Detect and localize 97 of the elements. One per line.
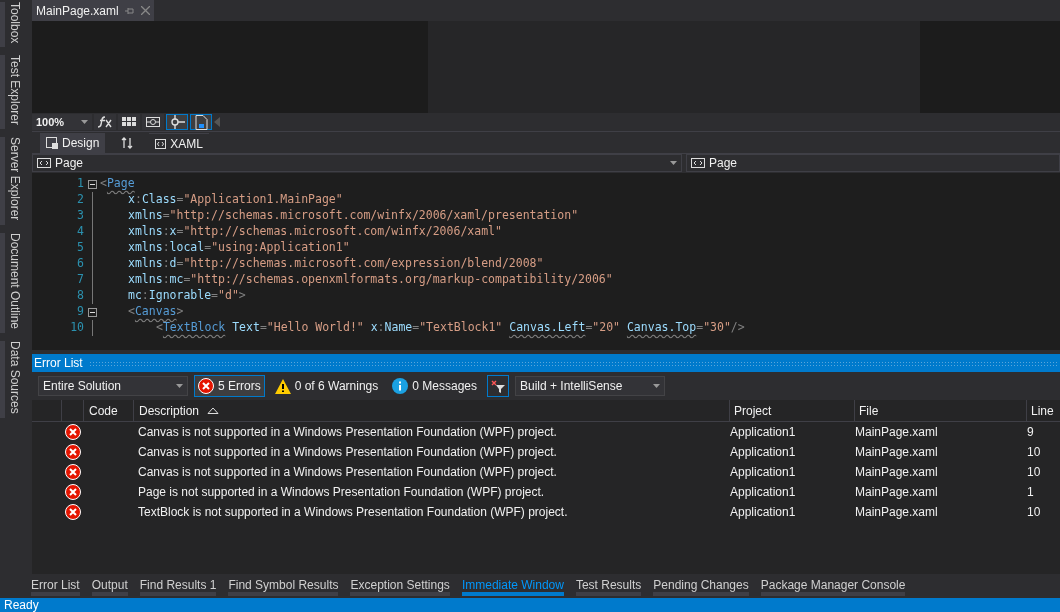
project-cell-text: Application1 xyxy=(729,504,797,521)
element-icon xyxy=(691,158,705,168)
collapse-icon[interactable] xyxy=(87,307,97,317)
filter-button[interactable]: 0 Messages xyxy=(388,375,481,397)
swap-panes-icon[interactable] xyxy=(121,137,134,149)
member-dropdown[interactable]: Page xyxy=(686,154,1060,172)
side-panel-tab[interactable]: Data Sources xyxy=(0,340,24,418)
document-title: MainPage.xaml xyxy=(36,2,119,20)
error-icon xyxy=(65,504,81,520)
line-number: 4 xyxy=(76,223,84,241)
line-cell-text: 10 xyxy=(1026,504,1042,521)
close-icon[interactable] xyxy=(140,6,150,15)
filter-toggle-button[interactable] xyxy=(487,375,509,397)
error-icon xyxy=(65,484,81,500)
design-icon xyxy=(46,137,58,149)
error-icon xyxy=(65,424,81,440)
code-editor[interactable] xyxy=(32,173,1060,350)
error-description: TextBlock is not supported in a Windows Presentation Foundation (WPF) project. xyxy=(137,504,569,521)
line-cell-text: 10 xyxy=(1026,444,1042,461)
markup-icon xyxy=(155,138,167,149)
line-number: 5 xyxy=(76,239,84,257)
line-number: 10 xyxy=(69,319,84,337)
element-icon xyxy=(37,158,51,168)
file-cell-text: MainPage.xaml xyxy=(854,444,939,461)
view-tab[interactable]: Design xyxy=(40,133,106,153)
code-line: <Canvas> xyxy=(127,303,184,321)
file-cell-text: MainPage.xaml xyxy=(854,504,939,521)
line-number: 3 xyxy=(76,207,84,225)
project-cell-text: Application1 xyxy=(729,484,797,501)
column-header[interactable]: Description xyxy=(133,400,729,421)
error-icon xyxy=(65,444,81,460)
project-cell-text: Application1 xyxy=(729,444,797,461)
error-icon xyxy=(198,378,214,394)
info-icon xyxy=(392,378,409,394)
column-header[interactable]: Line xyxy=(1026,400,1060,421)
code-line: xmlns:x="http://schemas.microsoft.com/winfx/2006/xaml" xyxy=(127,223,502,241)
toolbar-button[interactable] xyxy=(142,114,164,130)
sort-ascending-icon xyxy=(207,407,220,414)
code-line: xmlns="http://schemas.microsoft.com/winfx/2006/xaml/presentation" xyxy=(127,207,579,225)
dropdown-caret-icon xyxy=(653,384,660,388)
line-number: 7 xyxy=(76,271,84,289)
grid-icon xyxy=(122,117,136,127)
line-number: 2 xyxy=(76,191,84,209)
status-text: Ready xyxy=(4,598,39,612)
dropdown-caret-icon xyxy=(81,120,88,124)
line-cell-text: 9 xyxy=(1026,424,1035,441)
error-description: Page is not supported in a Windows Presentation Foundation (WPF) project. xyxy=(137,484,546,501)
code-line: xmlns:d="http://schemas.microsoft.com/expression/blend/2008" xyxy=(127,255,544,273)
line-number: 6 xyxy=(76,255,84,273)
project-cell-text: Application1 xyxy=(729,424,797,441)
formula-icon xyxy=(97,116,113,128)
code-line: <Page xyxy=(100,175,135,193)
code-line: <TextBlock Text="Hello World!" x:Name="TextBlock1" Canvas.Left="20" Canvas.Top="30"/> xyxy=(155,319,745,337)
file-cell-text: MainPage.xaml xyxy=(854,484,939,501)
side-panel-tab[interactable]: Test Explorer xyxy=(0,55,24,130)
line-cell-text: 10 xyxy=(1026,464,1042,481)
zoom-dropdown[interactable]: 100% xyxy=(32,114,92,130)
file-cell-text: MainPage.xaml xyxy=(854,424,939,441)
line-cell-text: 1 xyxy=(1026,484,1035,501)
collapse-icon[interactable] xyxy=(87,179,97,189)
line-number: 1 xyxy=(76,175,84,193)
source-dropdown[interactable]: Build + IntelliSense xyxy=(515,376,665,396)
crosshair-icon xyxy=(169,115,185,129)
error-description: Canvas is not supported in a Windows Presentation Foundation (WPF) project. xyxy=(137,464,558,481)
error-description: Canvas is not supported in a Windows Presentation Foundation (WPF) project. xyxy=(137,424,558,441)
document-tab[interactable]: MainPage.xaml xyxy=(32,0,154,21)
warning-icon xyxy=(274,378,291,394)
toolbar-button[interactable] xyxy=(190,114,212,130)
document-icon xyxy=(194,114,208,130)
code-line: mc:Ignorable="d"> xyxy=(127,287,246,305)
column-header[interactable]: File xyxy=(854,400,1026,421)
side-panel-tab[interactable]: Server Explorer xyxy=(0,137,24,225)
filter-button[interactable]: 0 of 6 Warnings xyxy=(270,375,383,397)
project-cell-text: Application1 xyxy=(729,464,797,481)
dropdown-caret-icon xyxy=(176,384,183,388)
dropdown-caret-icon xyxy=(670,161,677,165)
panel-title: Error List xyxy=(34,355,83,372)
line-number: 9 xyxy=(76,303,84,321)
toolbar-button[interactable] xyxy=(166,114,188,130)
code-line: xmlns:local="using:Application1" xyxy=(127,239,350,257)
file-cell-text: MainPage.xaml xyxy=(854,464,939,481)
line-number: 8 xyxy=(76,287,84,305)
code-line: x:Class="Application1.MainPage" xyxy=(127,191,343,209)
code-line: xmlns:mc="http://schemas.openxmlformats.org/markup-compatibility/2006" xyxy=(127,271,613,289)
error-icon xyxy=(65,464,81,480)
column-header[interactable]: Project xyxy=(729,400,854,421)
side-panel-tab[interactable]: Toolbox xyxy=(0,2,24,48)
side-panel-tab[interactable]: Document Outline xyxy=(0,232,24,333)
column-header[interactable]: Code xyxy=(83,400,133,421)
toolbar-button[interactable] xyxy=(94,114,116,130)
scope-dropdown[interactable]: Entire Solution xyxy=(38,376,188,396)
snap-grid-icon xyxy=(146,117,160,127)
filter-button[interactable]: 5 Errors xyxy=(194,375,265,397)
filter-icon xyxy=(491,379,505,393)
type-dropdown[interactable]: Page xyxy=(32,154,682,172)
toolbar-button[interactable] xyxy=(118,114,140,130)
error-description: Canvas is not supported in a Windows Presentation Foundation (WPF) project. xyxy=(137,444,558,461)
